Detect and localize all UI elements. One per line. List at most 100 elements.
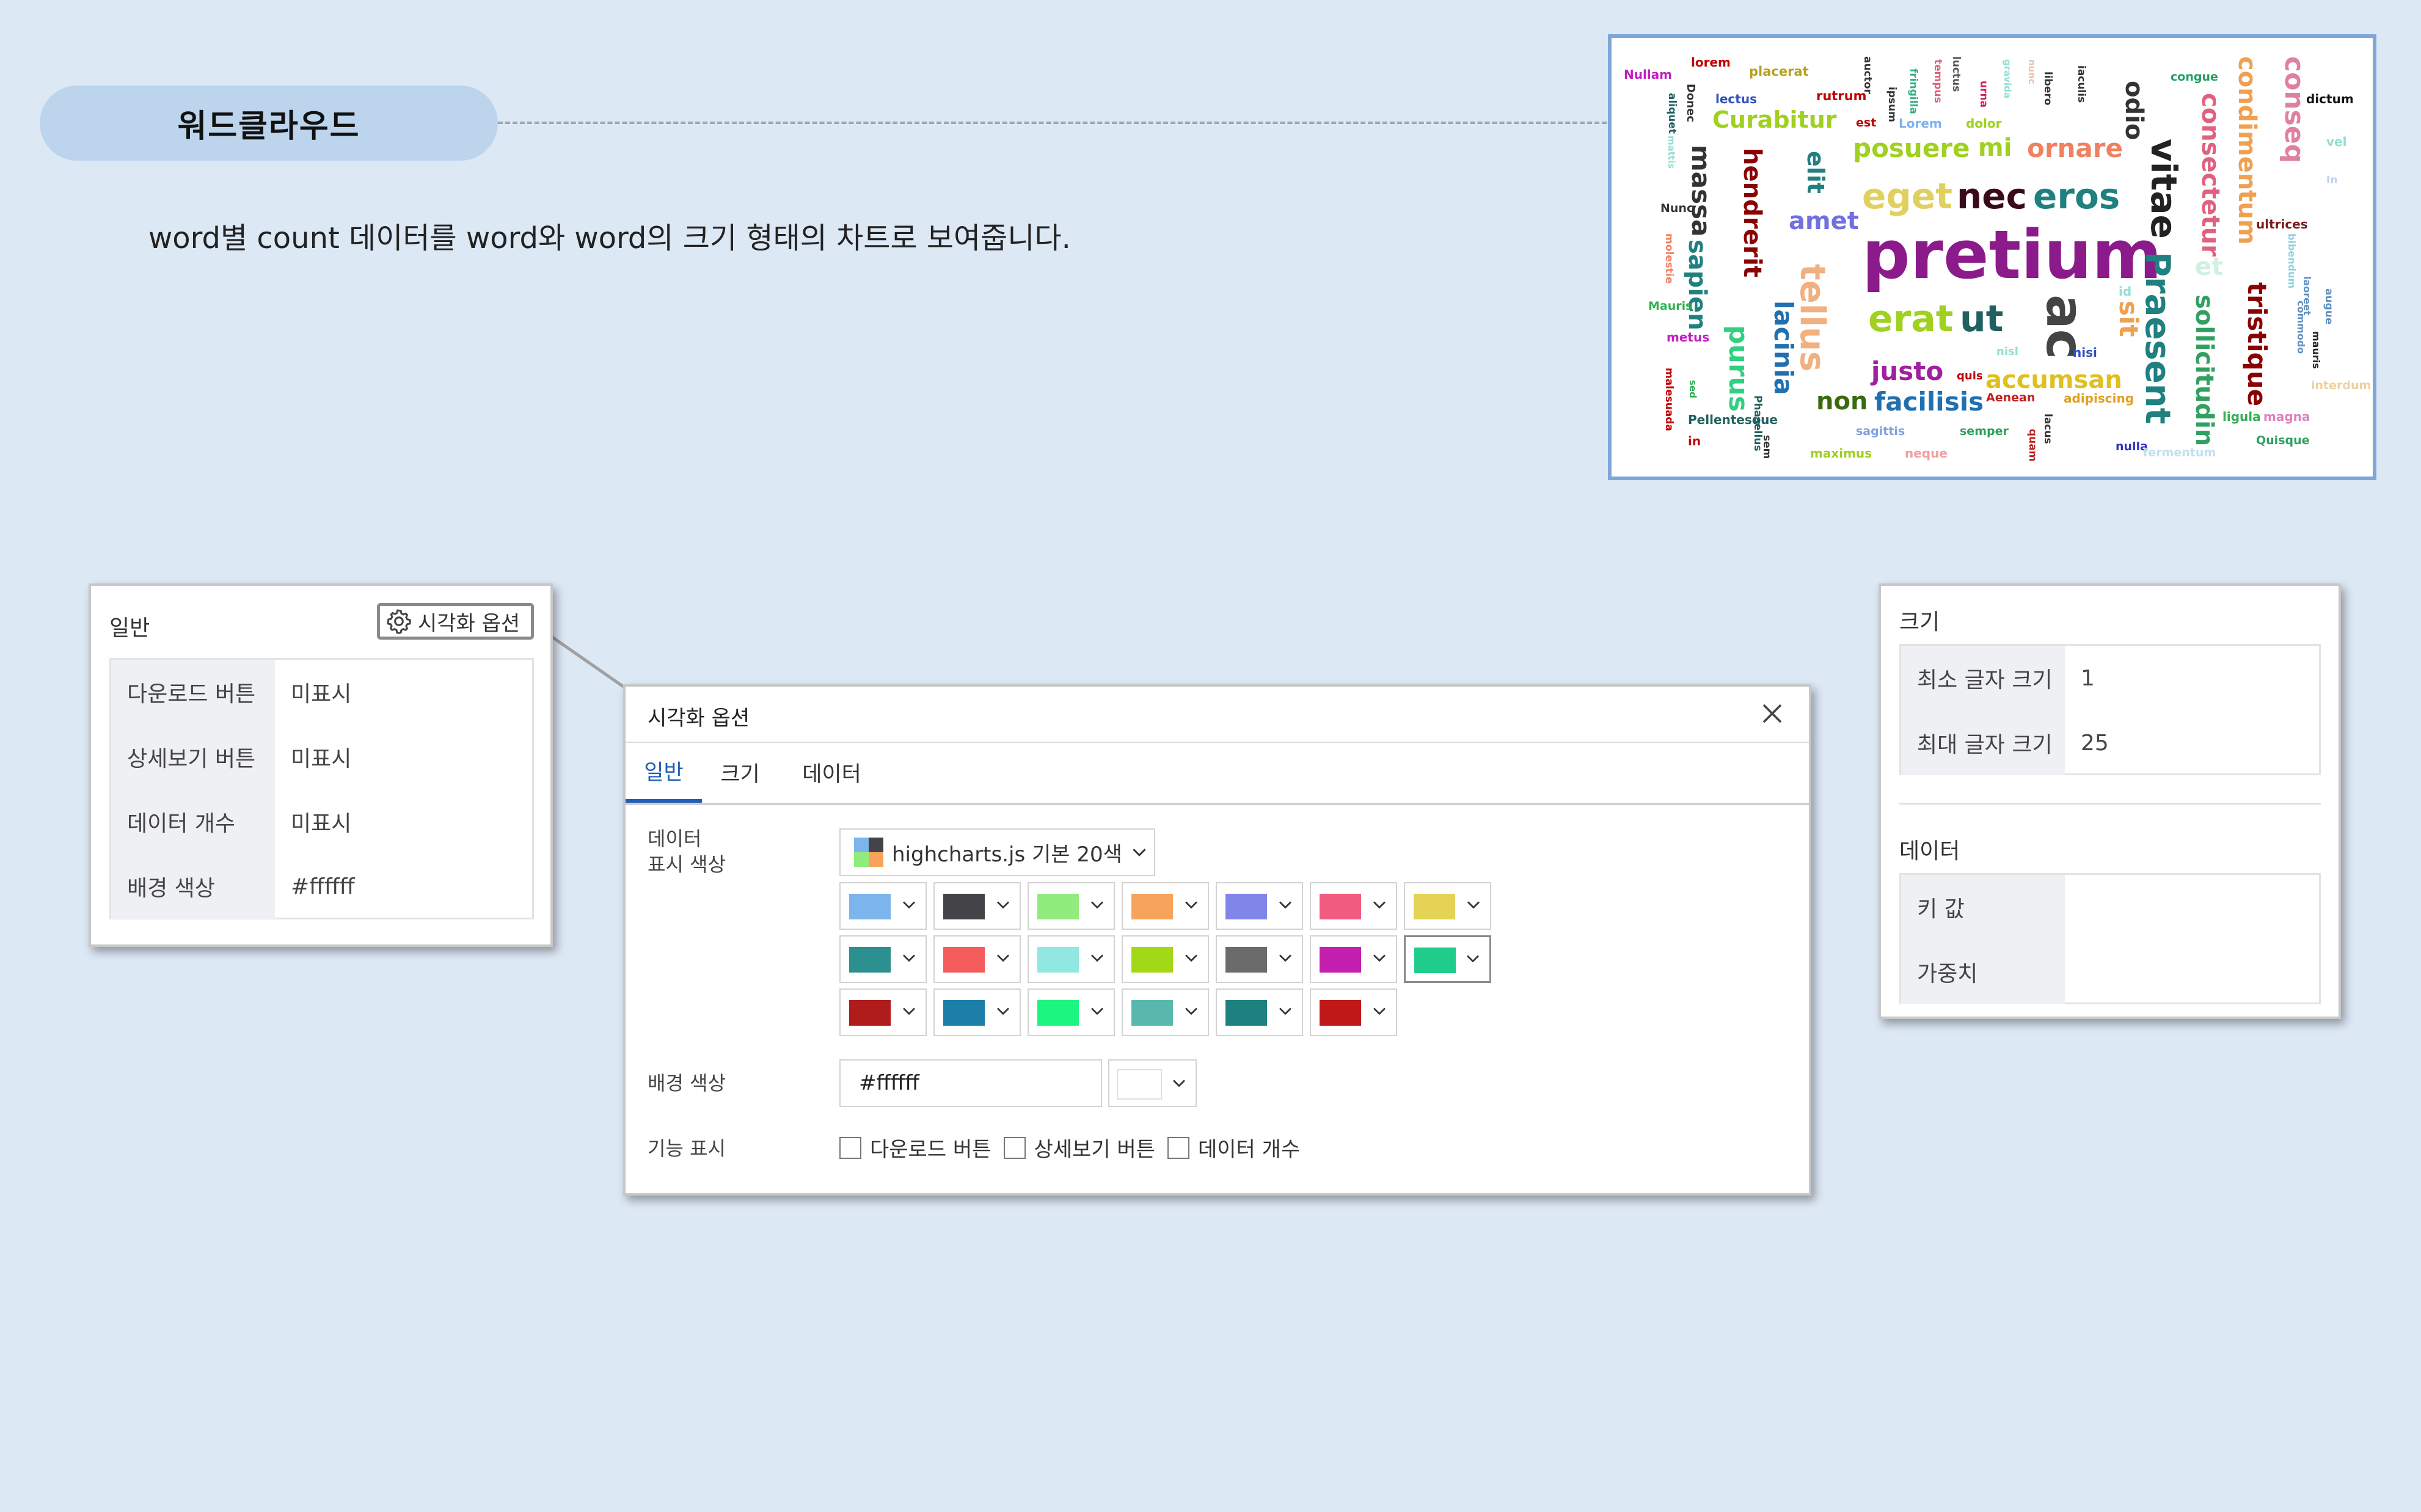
wordcloud-word: tempus	[1932, 59, 1944, 103]
chevron-down-icon	[997, 901, 1009, 909]
wordcloud-word: aliquet	[1666, 93, 1678, 134]
chevron-down-icon	[997, 1007, 1009, 1015]
palette-icon	[854, 838, 883, 867]
wordcloud-word: sapien	[1683, 239, 1711, 331]
color-swatch	[849, 1000, 891, 1026]
background-color-input[interactable]: #ffffff	[839, 1059, 1102, 1107]
chevron-down-icon	[1373, 1007, 1386, 1015]
table-row: 가중치	[1901, 940, 2319, 1004]
wordcloud-word: sed	[1687, 380, 1698, 398]
wordcloud-word: elit	[1802, 151, 1829, 194]
chevron-down-icon	[1279, 1007, 1291, 1015]
chevron-down-icon	[1185, 1007, 1197, 1015]
wordcloud-word: ornare	[2027, 133, 2123, 163]
color-swatch	[1037, 894, 1079, 919]
table-row: 다운로드 버튼 미표시	[111, 660, 532, 725]
general-section-title: 일반	[109, 616, 150, 641]
wordcloud-word: tristique	[2242, 282, 2272, 407]
general-settings-table: 다운로드 버튼 미표시 상세보기 버튼 미표시 데이터 개수 미표시 배경 색상…	[109, 658, 534, 919]
wordcloud-word: conseq	[2279, 56, 2310, 164]
wordcloud-word: id	[2119, 284, 2132, 299]
wordcloud-word: gravida	[2002, 59, 2013, 99]
color-swatch	[849, 894, 891, 919]
wordcloud-word: In	[2326, 174, 2338, 186]
color-swatch-select[interactable]	[1310, 882, 1397, 930]
detail-button-checkbox[interactable]	[1003, 1136, 1026, 1159]
row-label: 상세보기 버튼	[111, 725, 275, 789]
color-swatch-select[interactable]	[933, 988, 1021, 1036]
palette-name: highcharts.js 기본 20색	[892, 842, 1122, 867]
color-swatch-select[interactable]	[1122, 988, 1209, 1036]
color-swatch	[1037, 1000, 1079, 1026]
chevron-down-icon	[1185, 901, 1197, 909]
row-value: 미표시	[291, 811, 352, 836]
color-swatch-select[interactable]	[839, 882, 927, 930]
wordcloud-word: lorem	[1691, 55, 1731, 70]
wordcloud-word: augue	[2323, 288, 2335, 325]
table-row: 최대 글자 크기 25	[1901, 710, 2319, 775]
wordcloud-word: Nunc	[1660, 202, 1694, 215]
wordcloud-word: magna	[2263, 409, 2310, 424]
row-label: 최대 글자 크기	[1901, 710, 2065, 775]
wordcloud-word: metus	[1667, 330, 1710, 345]
color-swatch-select[interactable]	[1310, 935, 1397, 983]
chevron-down-icon	[1467, 901, 1480, 909]
background-color-picker[interactable]	[1108, 1059, 1197, 1107]
chevron-down-icon	[1091, 901, 1103, 909]
wordcloud-word: accumsan	[1985, 366, 2122, 394]
close-icon[interactable]	[1760, 701, 1784, 726]
page-description: word별 count 데이터를 word와 word의 크기 형태의 차트로 …	[148, 221, 1071, 255]
color-swatch-select[interactable]	[1216, 935, 1303, 983]
color-swatch-select[interactable]	[1122, 882, 1209, 930]
wordcloud-word: facilisis	[1874, 387, 1984, 417]
download-button-checkbox[interactable]	[839, 1136, 861, 1159]
background-color-label: 배경 색상	[648, 1072, 726, 1095]
tab-size[interactable]: 크기	[702, 742, 778, 803]
color-swatch-select[interactable]	[839, 988, 927, 1036]
color-swatch	[1131, 1000, 1173, 1026]
color-swatch-select[interactable]	[1404, 882, 1491, 930]
color-swatch	[1131, 947, 1173, 973]
chevron-down-icon	[1091, 1007, 1103, 1015]
row-label: 가중치	[1901, 940, 2065, 1004]
wordcloud-word: in	[1688, 434, 1701, 448]
table-row: 배경 색상 #ffffff	[111, 854, 532, 919]
wordcloud-word: adipiscing	[2064, 391, 2134, 406]
chevron-down-icon	[903, 901, 915, 909]
wordcloud-word: est	[1856, 116, 1877, 130]
wordcloud-word: nec	[1957, 175, 2028, 217]
tab-data[interactable]: 데이터	[784, 742, 879, 803]
color-swatch-select[interactable]	[1122, 935, 1209, 983]
visualization-options-button[interactable]: 시각화 옵션	[377, 603, 534, 640]
color-swatch-select[interactable]	[1028, 935, 1115, 983]
color-swatch-select[interactable]	[1216, 988, 1303, 1036]
wordcloud-word: condimentum	[2233, 56, 2261, 245]
row-label: 최소 글자 크기	[1901, 646, 2065, 710]
wordcloud-word: erat	[1868, 298, 1954, 340]
color-swatch-select[interactable]	[1310, 988, 1397, 1036]
background-color-preview	[1117, 1069, 1162, 1100]
color-swatch-select[interactable]	[1028, 882, 1115, 930]
wordcloud-word: eros	[2033, 175, 2120, 217]
wordcloud-word: ipsum	[1886, 87, 1898, 122]
color-swatch	[1414, 948, 1456, 973]
color-swatch-select[interactable]	[933, 935, 1021, 983]
tab-general[interactable]: 일반	[626, 742, 702, 803]
color-swatch-select[interactable]	[1404, 935, 1491, 983]
wordcloud-word: Nullam	[1624, 67, 1673, 82]
color-swatch-select[interactable]	[933, 882, 1021, 930]
checkbox-label: 데이터 개수	[1198, 1138, 1301, 1162]
wordcloud-word: lectus	[1715, 92, 1757, 106]
wordcloud-word: Quisque	[2256, 434, 2310, 447]
color-swatch	[1320, 894, 1361, 919]
wordcloud-word: tellus	[1792, 264, 1832, 372]
page-title: 워드클라우드	[177, 108, 360, 145]
palette-select[interactable]: highcharts.js 기본 20색	[839, 828, 1155, 876]
wordcloud-word: Aenean	[1986, 391, 2036, 404]
data-count-checkbox[interactable]	[1167, 1136, 1189, 1159]
color-swatch-select[interactable]	[1216, 882, 1303, 930]
wordcloud-word: massa	[1686, 145, 1716, 237]
chevron-down-icon	[1373, 901, 1386, 909]
color-swatch-select[interactable]	[839, 935, 927, 983]
color-swatch-select[interactable]	[1028, 988, 1115, 1036]
